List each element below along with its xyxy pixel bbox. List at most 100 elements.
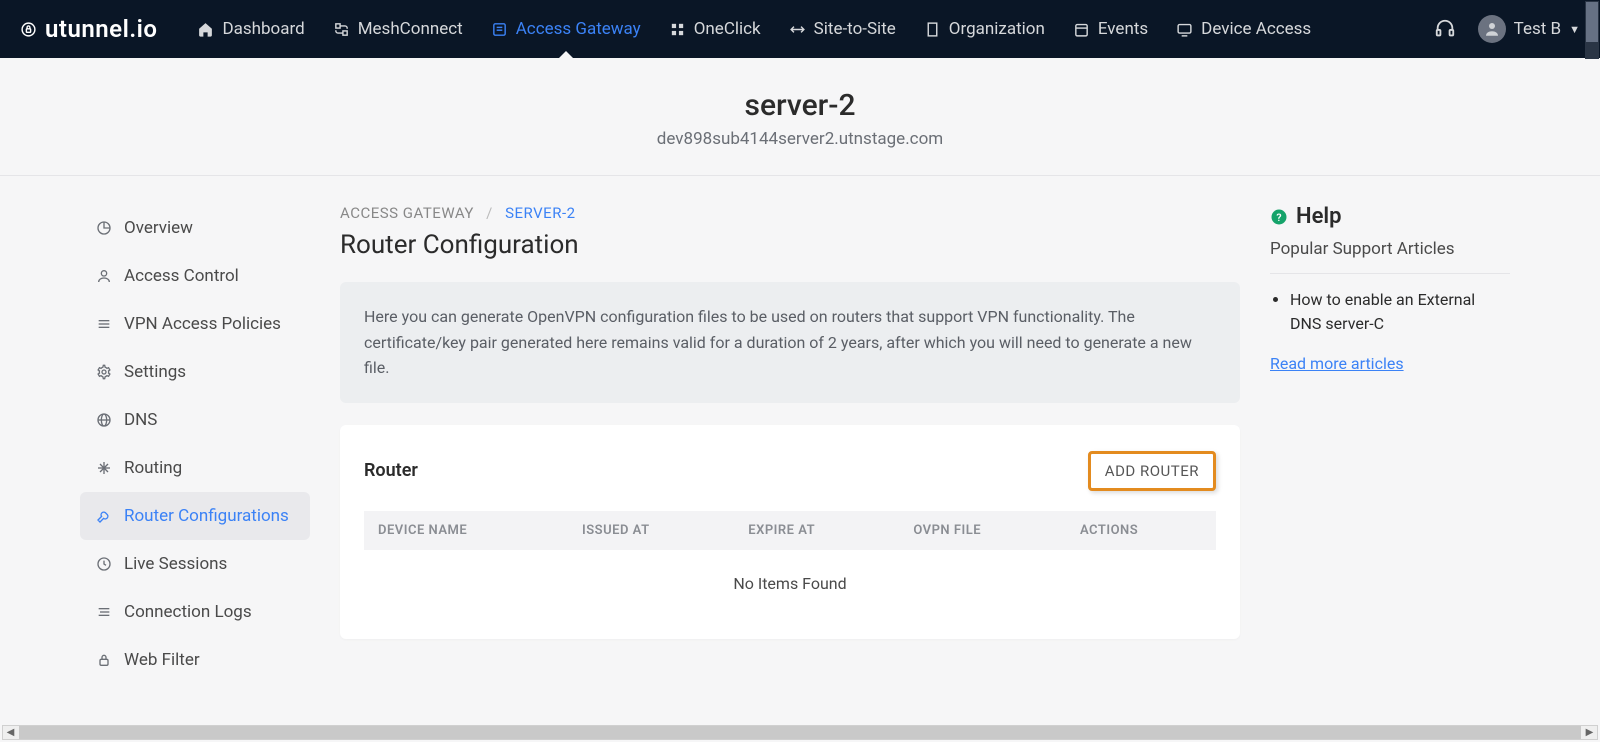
nav-right: Test B ▼	[1434, 15, 1580, 43]
col-device-name: DEVICE NAME	[364, 511, 568, 550]
breadcrumb: ACCESS GATEWAY / SERVER-2	[340, 204, 1240, 222]
home-icon	[197, 21, 214, 38]
lock-icon	[96, 652, 112, 668]
sidebar-item-dns[interactable]: DNS	[80, 396, 310, 444]
sidebar-item-overview[interactable]: Overview	[80, 204, 310, 252]
breadcrumb-root[interactable]: ACCESS GATEWAY	[340, 204, 474, 222]
main-content: ACCESS GATEWAY / SERVER-2 Router Configu…	[340, 204, 1240, 684]
sidebar-label: Access Control	[124, 266, 239, 286]
col-issued-at: ISSUED AT	[568, 511, 734, 550]
help-articles: How to enable an External DNS server-C	[1270, 288, 1510, 336]
sidebar-item-connection-logs[interactable]: Connection Logs	[80, 588, 310, 636]
add-router-button[interactable]: ADD ROUTER	[1088, 451, 1216, 491]
help-icon: ?	[1270, 208, 1288, 226]
gear-icon	[96, 364, 112, 380]
calendar-icon	[1073, 21, 1090, 38]
nav-label: MeshConnect	[358, 19, 463, 39]
nav-label: Organization	[949, 19, 1045, 39]
server-header: server-2 dev898sub4144server2.utnstage.c…	[0, 58, 1600, 176]
brand-lock-icon	[20, 21, 37, 38]
clock-icon	[96, 556, 112, 572]
breadcrumb-sep: /	[486, 204, 493, 222]
nav-organization[interactable]: Organization	[924, 1, 1045, 57]
server-title: server-2	[0, 88, 1600, 123]
help-article[interactable]: How to enable an External DNS server-C	[1290, 288, 1510, 336]
building-icon	[924, 21, 941, 38]
empty-state: No Items Found	[364, 550, 1216, 599]
nav-items: Dashboard MeshConnect Access Gateway One…	[197, 1, 1433, 57]
router-table: DEVICE NAME ISSUED AT EXPIRE AT OVPN FIL…	[364, 511, 1216, 550]
sidebar-label: Live Sessions	[124, 554, 227, 574]
vertical-scrollbar[interactable]	[1585, 1, 1599, 59]
mesh-icon	[333, 21, 350, 38]
nav-site-to-site[interactable]: Site-to-Site	[789, 1, 896, 57]
sidebar-label: Routing	[124, 458, 182, 478]
scroll-left-icon[interactable]: ◀	[3, 726, 18, 739]
globe-icon	[96, 412, 112, 428]
breadcrumb-current[interactable]: SERVER-2	[505, 204, 575, 222]
help-heading: ? Help	[1270, 204, 1510, 229]
user-menu[interactable]: Test B ▼	[1478, 15, 1580, 43]
col-ovpn-file: OVPN FILE	[899, 511, 1066, 550]
info-box: Here you can generate OpenVPN configurat…	[340, 282, 1240, 403]
server-icon	[491, 21, 508, 38]
nav-device-access[interactable]: Device Access	[1176, 1, 1311, 57]
brand-text: utunnel.io	[45, 15, 157, 43]
nav-label: OneClick	[694, 19, 761, 39]
col-actions: ACTIONS	[1066, 511, 1216, 550]
sidebar-item-live-sessions[interactable]: Live Sessions	[80, 540, 310, 588]
sidebar-label: DNS	[124, 410, 157, 430]
pie-icon	[96, 220, 112, 236]
nav-label: Access Gateway	[516, 19, 641, 39]
nav-events[interactable]: Events	[1073, 1, 1148, 57]
help-title: Help	[1296, 204, 1342, 229]
scroll-right-icon[interactable]: ▶	[1582, 726, 1597, 739]
sidebar-item-settings[interactable]: Settings	[80, 348, 310, 396]
nav-label: Device Access	[1201, 19, 1311, 39]
router-card: Router ADD ROUTER DEVICE NAME ISSUED AT …	[340, 425, 1240, 639]
read-more-link[interactable]: Read more articles	[1270, 354, 1404, 373]
sidebar-item-web-filter[interactable]: Web Filter	[80, 636, 310, 684]
sidebar-label: Settings	[124, 362, 186, 382]
swap-icon	[789, 21, 806, 38]
sidebar-item-router-config[interactable]: Router Configurations	[80, 492, 310, 540]
top-nav: utunnel.io Dashboard MeshConnect Access …	[0, 0, 1600, 58]
logs-icon	[96, 604, 112, 620]
help-subtitle: Popular Support Articles	[1270, 239, 1510, 274]
nav-label: Site-to-Site	[814, 19, 896, 39]
sidebar-label: VPN Access Policies	[124, 314, 281, 334]
page-title: Router Configuration	[340, 230, 1240, 260]
svg-text:?: ?	[1276, 210, 1281, 223]
wrench-icon	[96, 508, 112, 524]
sidebar-label: Web Filter	[124, 650, 200, 670]
scroll-thumb[interactable]	[19, 726, 1581, 739]
card-title: Router	[364, 460, 418, 481]
headset-icon[interactable]	[1434, 18, 1456, 40]
sidebar: Overview Access Control VPN Access Polic…	[80, 204, 310, 684]
layout: Overview Access Control VPN Access Polic…	[0, 176, 1600, 684]
server-subtitle: dev898sub4144server2.utnstage.com	[0, 129, 1600, 149]
avatar-icon	[1478, 15, 1506, 43]
sidebar-item-routing[interactable]: Routing	[80, 444, 310, 492]
nav-label: Events	[1098, 19, 1148, 39]
nav-access-gateway[interactable]: Access Gateway	[491, 1, 641, 57]
sidebar-label: Connection Logs	[124, 602, 252, 622]
nav-meshconnect[interactable]: MeshConnect	[333, 1, 463, 57]
card-header: Router ADD ROUTER	[364, 451, 1216, 491]
nav-oneclick[interactable]: OneClick	[669, 1, 761, 57]
brand[interactable]: utunnel.io	[20, 15, 157, 43]
nav-dashboard[interactable]: Dashboard	[197, 1, 304, 57]
sidebar-label: Router Configurations	[124, 506, 289, 526]
sidebar-item-access-control[interactable]: Access Control	[80, 252, 310, 300]
help-panel: ? Help Popular Support Articles How to e…	[1270, 204, 1510, 684]
horizontal-scrollbar[interactable]: ◀ ▶	[2, 725, 1598, 740]
monitor-icon	[1176, 21, 1193, 38]
sidebar-label: Overview	[124, 218, 193, 238]
user-icon	[96, 268, 112, 284]
list-icon	[96, 316, 112, 332]
route-icon	[96, 460, 112, 476]
user-name: Test B	[1514, 19, 1561, 39]
sidebar-item-vpn-policies[interactable]: VPN Access Policies	[80, 300, 310, 348]
col-expire-at: EXPIRE AT	[734, 511, 899, 550]
grid-icon	[669, 21, 686, 38]
